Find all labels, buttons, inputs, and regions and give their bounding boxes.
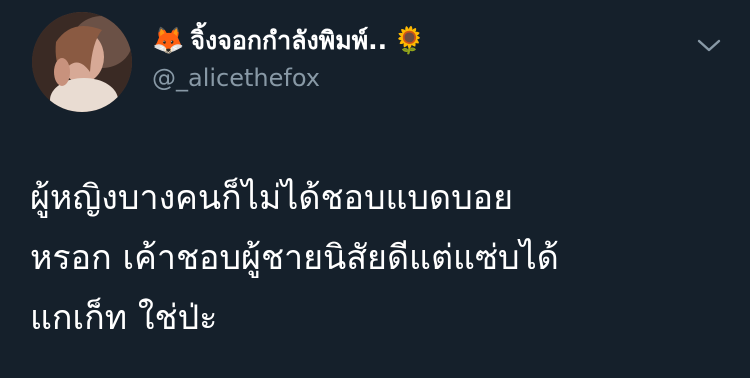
chevron-down-icon[interactable] [696, 36, 722, 56]
author-avatar[interactable] [32, 12, 132, 112]
fox-emoji-icon: 🦊 [152, 26, 185, 56]
tweet-text-line: แกเก็ท ใช่ป่ะ [30, 298, 218, 338]
display-name[interactable]: จิ้งจอกกำลังพิมพ์.. [190, 21, 387, 61]
tweet-text-line: หรอก เค้าชอบผู้ชายนิสัยดีแต่แซ่บได้ [30, 238, 559, 278]
sunflower-emoji-icon: 🌻 [393, 26, 426, 56]
tweet-header: 🦊 จิ้งจอกกำลังพิมพ์.. 🌻 @_alicethefox [152, 22, 426, 92]
avatar-photo [32, 12, 132, 112]
user-handle[interactable]: @_alicethefox [152, 64, 426, 92]
display-name-row[interactable]: 🦊 จิ้งจอกกำลังพิมพ์.. 🌻 [152, 22, 426, 60]
tweet-card: 🦊 จิ้งจอกกำลังพิมพ์.. 🌻 @_alicethefox ผู… [0, 0, 750, 378]
tweet-text: ผู้หญิงบางคนก็ไม่ได้ชอบแบดบอย หรอก เค้าช… [30, 168, 720, 348]
tweet-text-line: ผู้หญิงบางคนก็ไม่ได้ชอบแบดบอย [30, 178, 514, 218]
